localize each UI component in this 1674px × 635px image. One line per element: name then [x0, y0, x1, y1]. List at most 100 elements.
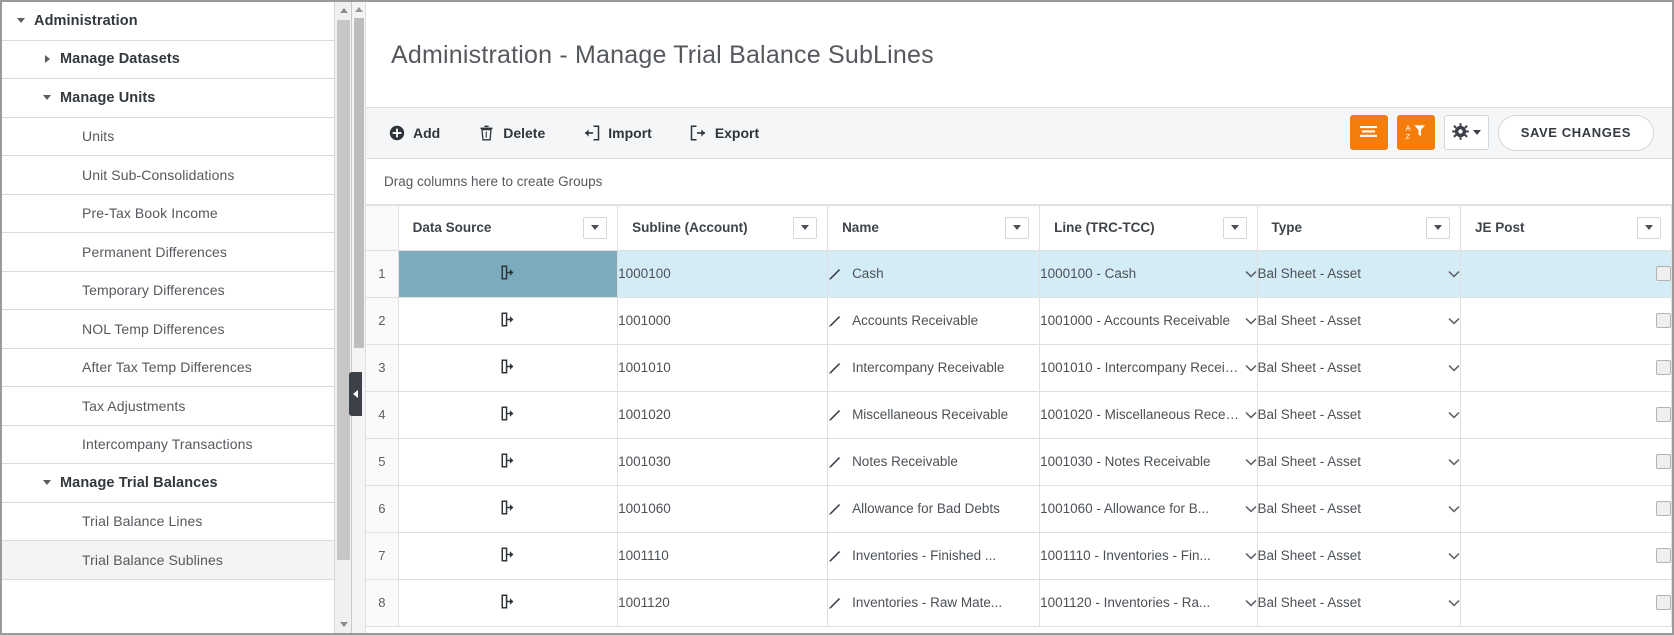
sidebar-item-trial-balance-sublines[interactable]: Trial Balance Sublines — [2, 541, 351, 580]
cell-name[interactable]: Notes Receivable — [827, 438, 1041, 486]
sidebar-item-intercompany-transactions[interactable]: Intercompany Transactions — [2, 425, 351, 464]
chevron-down-icon[interactable] — [1244, 599, 1256, 607]
sidebar-item-administration[interactable]: Administration — [2, 2, 351, 41]
table-row[interactable]: 6 1001060 Allowance for Bad Debts 1001060 -… — [366, 485, 1672, 533]
chevron-down-icon[interactable] — [1244, 505, 1256, 513]
cell-data-source[interactable] — [398, 391, 619, 439]
cell-data-source[interactable] — [398, 438, 619, 486]
cell-data-source[interactable] — [398, 579, 619, 627]
sidebar-item-unit-sub-consolidations[interactable]: Unit Sub-Consolidations — [2, 156, 351, 195]
cell-type[interactable]: Bal Sheet - Asset — [1257, 579, 1461, 627]
cell-line[interactable]: 1001110 - Inventories - Fin... — [1039, 532, 1258, 580]
delete-button[interactable]: Delete — [478, 124, 545, 141]
chevron-down-icon[interactable] — [1244, 552, 1256, 560]
sidebar-item-manage-datasets[interactable]: Manage Datasets — [2, 40, 351, 79]
chevron-down-icon[interactable] — [1244, 411, 1256, 419]
chevron-down-icon[interactable] — [40, 91, 54, 105]
cell-type[interactable]: Bal Sheet - Asset — [1257, 297, 1461, 345]
cell-je-post[interactable] — [1460, 579, 1672, 627]
sidebar-collapse-handle[interactable] — [349, 372, 362, 416]
chevron-down-icon[interactable] — [1448, 458, 1460, 466]
table-row[interactable]: 2 1001000 Accounts Receivable 1001000 - Acc… — [366, 297, 1672, 345]
je-post-checkbox[interactable] — [1656, 313, 1671, 329]
cell-je-post[interactable] — [1460, 391, 1672, 439]
chevron-down-icon[interactable] — [40, 476, 54, 490]
cell-subline[interactable]: 1001020 — [617, 391, 829, 439]
edit-pencil-icon[interactable] — [828, 502, 842, 516]
column-filter-line[interactable] — [1222, 216, 1247, 239]
cell-name[interactable]: Miscellaneous Receivable — [827, 391, 1041, 439]
cell-subline[interactable]: 1001110 — [617, 532, 829, 580]
chevron-down-icon[interactable] — [1244, 364, 1256, 372]
main-vertical-scrollbar[interactable] — [352, 2, 366, 633]
cell-type[interactable]: Bal Sheet - Asset — [1257, 391, 1461, 439]
cell-subline[interactable]: 1001060 — [617, 485, 829, 533]
edit-pencil-icon[interactable] — [828, 455, 842, 469]
sidebar-item-after-tax-temp-differences[interactable]: After Tax Temp Differences — [2, 348, 351, 387]
sidebar-scrollbar-thumb[interactable] — [337, 20, 350, 560]
table-row[interactable]: 4 1001020 Miscellaneous Receivable 1001020 … — [366, 391, 1672, 439]
cell-name[interactable]: Inventories - Raw Mate... — [827, 579, 1041, 627]
chevron-down-icon[interactable] — [1448, 317, 1460, 325]
je-post-checkbox[interactable] — [1656, 266, 1671, 282]
column-header-data-source[interactable]: Data Source — [398, 204, 619, 251]
cell-name[interactable]: Inventories - Finished ... — [827, 532, 1041, 580]
sidebar-item-nol-temp-differences[interactable]: NOL Temp Differences — [2, 310, 351, 349]
cell-data-source[interactable] — [398, 485, 619, 533]
cell-type[interactable]: Bal Sheet - Asset — [1257, 250, 1461, 298]
cell-data-source[interactable] — [398, 344, 619, 392]
main-scrollbar-thumb[interactable] — [354, 18, 364, 348]
edit-pencil-icon[interactable] — [828, 361, 842, 375]
chevron-down-icon[interactable] — [1244, 317, 1256, 325]
cell-data-source[interactable] — [398, 532, 619, 580]
sidebar-item-temporary-differences[interactable]: Temporary Differences — [2, 271, 351, 310]
cell-je-post[interactable] — [1460, 485, 1672, 533]
column-header-je-post[interactable]: JE Post — [1460, 204, 1672, 251]
sidebar-scrollbar[interactable] — [334, 2, 351, 633]
chevron-down-icon[interactable] — [1448, 552, 1460, 560]
sidebar-item-units[interactable]: Units — [2, 117, 351, 156]
cell-subline[interactable]: 1000100 — [617, 250, 829, 298]
save-changes-button[interactable]: SAVE CHANGES — [1497, 114, 1654, 151]
sidebar-item-trial-balance-lines[interactable]: Trial Balance Lines — [2, 502, 351, 541]
cell-je-post[interactable] — [1460, 344, 1672, 392]
chevron-down-icon[interactable] — [1448, 411, 1460, 419]
edit-pencil-icon[interactable] — [828, 314, 842, 328]
cell-line[interactable]: 1001030 - Notes Receivable — [1039, 438, 1258, 486]
column-filter-name[interactable] — [1005, 216, 1030, 239]
cell-je-post[interactable] — [1460, 438, 1672, 486]
table-row[interactable]: 1 1000100 Cash 1000100 - Cash Bal Sheet - As… — [366, 250, 1672, 298]
column-header-subline[interactable]: Subline (Account) — [617, 204, 829, 251]
column-header-name[interactable]: Name — [827, 204, 1041, 251]
cell-data-source[interactable] — [398, 250, 619, 298]
je-post-checkbox[interactable] — [1656, 454, 1671, 470]
column-filter-type[interactable] — [1425, 216, 1450, 239]
scroll-down-arrow-icon[interactable] — [335, 616, 351, 633]
cell-line[interactable]: 1001010 - Intercompany Receivable — [1039, 344, 1258, 392]
je-post-checkbox[interactable] — [1656, 501, 1671, 517]
edit-pencil-icon[interactable] — [828, 596, 842, 610]
sidebar-item-tax-adjustments[interactable]: Tax Adjustments — [2, 387, 351, 426]
cell-name[interactable]: Cash — [827, 250, 1041, 298]
chevron-down-icon[interactable] — [1448, 599, 1460, 607]
cell-je-post[interactable] — [1460, 250, 1672, 298]
column-filter-je-post[interactable] — [1637, 216, 1661, 239]
main-scroll-up-arrow-icon[interactable] — [354, 4, 364, 14]
je-post-checkbox[interactable] — [1656, 360, 1671, 376]
cell-subline[interactable]: 1001010 — [617, 344, 829, 392]
cell-subline[interactable]: 1001120 — [617, 579, 829, 627]
edit-pencil-icon[interactable] — [828, 549, 842, 563]
import-button[interactable]: Import — [583, 124, 652, 141]
sidebar-item-pre-tax-book-income[interactable]: Pre-Tax Book Income — [2, 194, 351, 233]
cell-type[interactable]: Bal Sheet - Asset — [1257, 344, 1461, 392]
cell-type[interactable]: Bal Sheet - Asset — [1257, 438, 1461, 486]
add-button[interactable]: Add — [388, 124, 440, 141]
chevron-down-icon[interactable] — [1448, 505, 1460, 513]
export-button[interactable]: Export — [690, 124, 759, 141]
sidebar-item-permanent-differences[interactable]: Permanent Differences — [2, 233, 351, 272]
column-header-line[interactable]: Line (TRC-TCC) — [1039, 204, 1258, 251]
cell-name[interactable]: Intercompany Receivable — [827, 344, 1041, 392]
chevron-right-icon[interactable] — [40, 52, 54, 66]
settings-button[interactable] — [1443, 115, 1489, 150]
column-header-type[interactable]: Type — [1257, 204, 1461, 251]
